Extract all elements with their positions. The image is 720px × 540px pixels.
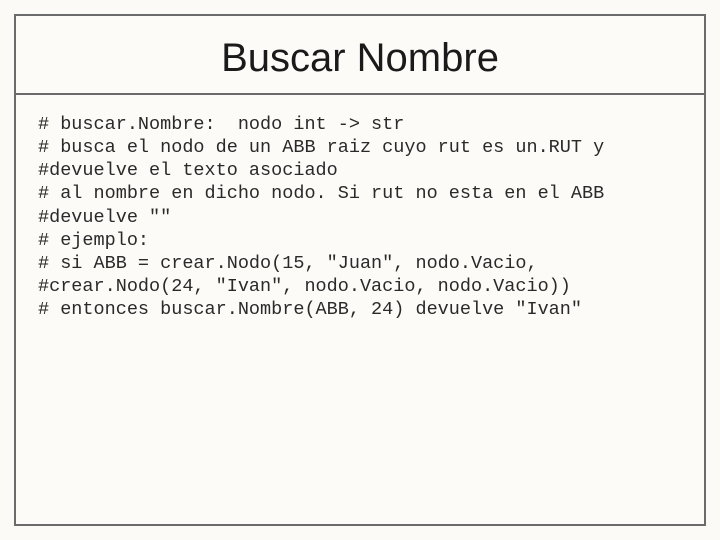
slide-title: Buscar Nombre [16,36,704,81]
slide-frame: Buscar Nombre # buscar.Nombre: nodo int … [14,14,706,526]
slide: Buscar Nombre # buscar.Nombre: nodo int … [0,0,720,540]
code-block: # buscar.Nombre: nodo int -> str # busca… [16,95,704,321]
